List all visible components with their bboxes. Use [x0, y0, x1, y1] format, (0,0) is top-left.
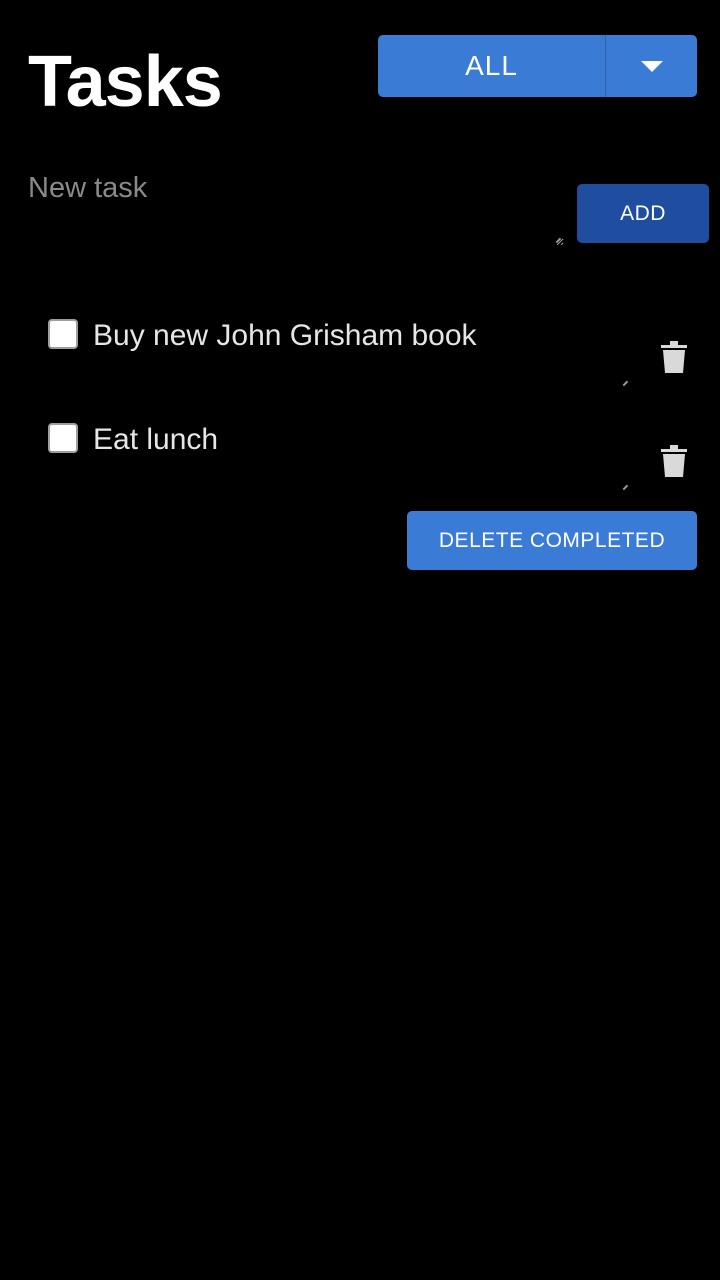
caret-down-icon [640, 60, 663, 72]
tasks-screen: Tasks ALL ADD Buy new John Grisham book … [0, 0, 720, 1280]
new-task-input[interactable] [28, 172, 564, 246]
task-text[interactable]: Buy new John Grisham book [93, 317, 477, 355]
add-task-button[interactable]: ADD [577, 184, 709, 243]
filter-selected-value[interactable]: ALL [378, 35, 606, 97]
delete-completed-button[interactable]: DELETE COMPLETED [407, 511, 697, 570]
filter-dropdown-toggle[interactable] [606, 35, 697, 97]
resize-handle-icon[interactable] [619, 481, 629, 491]
trash-icon[interactable] [661, 445, 687, 477]
page-title: Tasks [28, 42, 223, 122]
task-checkbox[interactable] [48, 423, 78, 453]
resize-handle-icon[interactable] [619, 377, 629, 387]
task-item: Eat lunch [48, 423, 698, 503]
task-checkbox[interactable] [48, 319, 78, 349]
trash-icon[interactable] [661, 341, 687, 373]
task-item: Buy new John Grisham book [48, 319, 698, 399]
filter-select[interactable]: ALL [378, 35, 697, 97]
task-text[interactable]: Eat lunch [93, 421, 218, 459]
